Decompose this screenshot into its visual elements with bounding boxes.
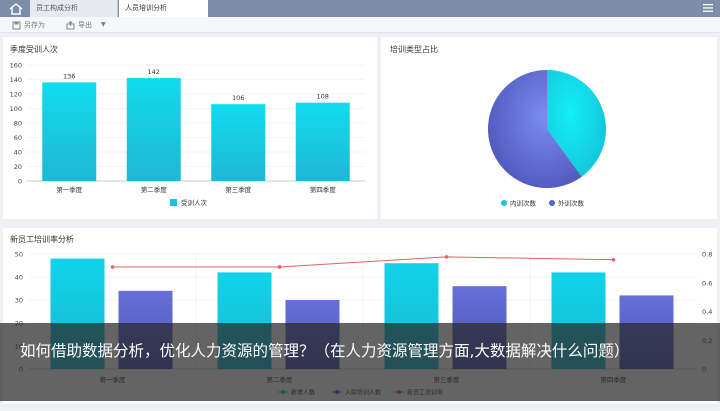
x-tick-label: 第一季度 [56, 185, 83, 194]
legend-marker [549, 200, 555, 206]
export-icon [66, 20, 75, 29]
y-tick-label: 20 [14, 163, 22, 171]
bar [295, 102, 350, 181]
y-tick-label: 100 [10, 105, 22, 113]
home-icon[interactable] [4, 1, 28, 16]
y2-tick-label: 0.6 [702, 279, 712, 287]
data-label: 136 [63, 72, 75, 80]
caption-text: 如何借助数据分析，优化人力资源的管理？（在人力资源管理方面,大数据解决什么问题） [20, 342, 630, 360]
rate-point [277, 265, 282, 269]
top-bar: 员工构成分析 人员培训分析 [0, 0, 720, 17]
legend-marker [501, 200, 507, 206]
save-as-label: 另存为 [24, 21, 45, 29]
data-label: 108 [317, 93, 329, 101]
training-type-pie-chart: 内训次数 外训次数 [488, 70, 606, 208]
y-tick-label: 120 [10, 91, 22, 99]
save-as-button[interactable]: 另存为 [12, 19, 45, 31]
y2-tick-label: 0.4 [702, 308, 712, 316]
toolbar: 另存为 导出 ▼ [0, 17, 720, 33]
legend-label: 外训次数 [558, 199, 585, 208]
y-tick-label: 50 [15, 251, 23, 259]
rate-point [444, 255, 449, 259]
tab-training-analysis[interactable]: 人员培训分析 [119, 0, 208, 17]
y-tick-label: 0 [18, 178, 22, 186]
export-label: 导出 [78, 21, 92, 29]
data-label: 106 [232, 94, 244, 102]
legend-label: 受训人次 [181, 198, 208, 207]
save-icon [12, 21, 21, 29]
quarterly-training-panel: 季度受训人次 0 20 40 60 80 100 120 140 160 136 第一季度 142 第二… [3, 37, 377, 219]
y-tick-label: 80 [14, 120, 22, 128]
y-tick-label: 40 [14, 149, 22, 157]
y-tick-label: 140 [10, 76, 22, 84]
chevron-down-icon[interactable]: ▼ [101, 19, 106, 31]
tab-staff-composition[interactable]: 员工构成分析 [30, 0, 118, 17]
bar [126, 78, 181, 181]
bar [42, 82, 97, 181]
y-tick-label: 40 [15, 274, 23, 282]
x-tick-label: 第四季度 [310, 185, 337, 194]
x-tick-label: 第二季度 [141, 185, 168, 194]
legend-swatch [170, 199, 177, 206]
export-button[interactable]: 导出 ▼ [66, 19, 106, 31]
legend-label: 内训次数 [510, 199, 537, 208]
x-tick-label: 第三季度 [225, 185, 252, 194]
y2-tick-label: 0.8 [702, 251, 712, 259]
rate-point [110, 265, 115, 269]
y-tick-label: 30 [15, 297, 23, 305]
quarterly-bar-chart: 0 20 40 60 80 100 120 140 160 136 第一季度 142 第二季度 106 第三… [10, 62, 365, 207]
data-label: 142 [148, 68, 160, 76]
training-type-panel: 培训类型占比 内训次数 外训次数 [381, 37, 717, 219]
y-tick-label: 60 [14, 134, 22, 142]
y-tick-label: 160 [10, 62, 22, 70]
menu-icon[interactable] [702, 2, 714, 14]
caption-banner: 如何借助数据分析，优化人力资源的管理？（在人力资源管理方面,大数据解决什么问题） [0, 323, 720, 401]
rate-point [611, 257, 616, 262]
bar [211, 104, 266, 181]
